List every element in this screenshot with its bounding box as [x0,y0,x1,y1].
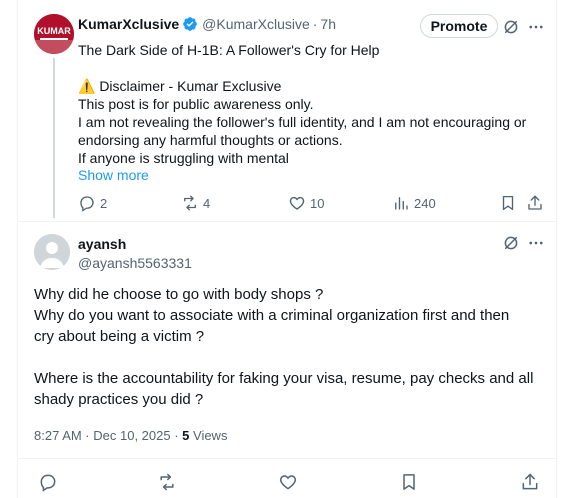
like-count: 10 [310,195,325,211]
share-icon [522,473,538,490]
repost-icon [184,195,196,211]
post-title-line: The Dark Side of H-1B: A Follower's Cry … [78,42,380,58]
verified-badge-icon [182,16,198,32]
share-action[interactable] [520,472,540,492]
bookmark-icon [403,474,415,490]
reply-count: 2 [100,195,108,211]
show-more-link[interactable]: Show more [78,167,149,183]
reply-timestamp[interactable]: 8:27 AM · Dec 10, 2025 [34,428,171,443]
reply-icon [80,196,94,212]
bookmark-icon [502,195,514,211]
parent-post[interactable]: KUMAR KumarXclusive @KumarXclusive · 7h … [18,0,558,222]
reply-text-line: Where is the accountability for faking y… [34,370,534,387]
repost-action[interactable] [157,472,177,492]
bookmark-action[interactable] [399,472,419,492]
reply-text-line: Why do you want to associate with a crim… [34,307,510,324]
reply-meta: 8:27 AM · Dec 10, 2025 · 5 Views [34,428,227,443]
thread-line [53,58,55,218]
divider [18,458,558,459]
reply-views-label: Views [189,428,228,443]
repost-action[interactable]: 4 [181,194,210,212]
post-header: KumarXclusive @KumarXclusive · 7h [78,16,336,32]
reply-action[interactable] [38,472,58,492]
meta-separator: · [170,428,183,443]
timeline-frame: KUMAR KumarXclusive @KumarXclusive · 7h … [17,0,558,498]
share-action[interactable] [526,194,544,212]
reply-icon [40,474,56,492]
like-action[interactable]: 10 [288,194,324,212]
post-body-line: This post is for public awareness only. [78,96,314,112]
author-name[interactable]: KumarXclusive [78,16,179,32]
like-action[interactable] [278,472,298,492]
heart-icon [279,475,297,490]
separator-dot: · [312,16,318,32]
reply-text-line: Why did he choose to go with body shops … [34,286,324,303]
views-count: 240 [414,195,436,211]
post-body-line: If anyone is struggling with mental [78,150,289,166]
heart-icon [289,196,305,210]
repost-icon [160,473,174,491]
more-options-icon[interactable] [526,233,546,253]
reply-author-handle[interactable]: @ayansh5563331 [78,255,192,271]
reply-author-avatar[interactable] [34,234,70,270]
reply-author-name[interactable]: ayansh [78,236,126,252]
reply-text-line: shady practices you did ? [34,391,204,408]
post-body-line: endorsing any harmful thoughts or action… [78,132,343,148]
post-time[interactable]: 7h [320,16,336,32]
reply-text-line: cry about being a victim ? [34,328,205,345]
share-icon [528,195,542,210]
analytics-icon [395,197,408,210]
author-handle[interactable]: @KumarXclusive [202,16,310,32]
views-action[interactable]: 240 [392,194,436,212]
grok-icon[interactable] [501,17,521,37]
reply-action[interactable]: 2 [78,194,107,212]
more-options-icon[interactable] [526,17,546,37]
avatar-logo-text: KUMAR [37,26,71,36]
promote-button[interactable]: Promote [420,14,498,38]
repost-count: 4 [203,195,211,211]
author-avatar[interactable]: KUMAR [34,14,74,54]
bookmark-action[interactable] [499,194,517,212]
post-body-line: I am not revealing the follower's full i… [78,114,527,130]
post-disclaimer-line: ⚠️ Disclaimer - Kumar Exclusive [78,78,282,94]
grok-icon[interactable] [501,233,521,253]
